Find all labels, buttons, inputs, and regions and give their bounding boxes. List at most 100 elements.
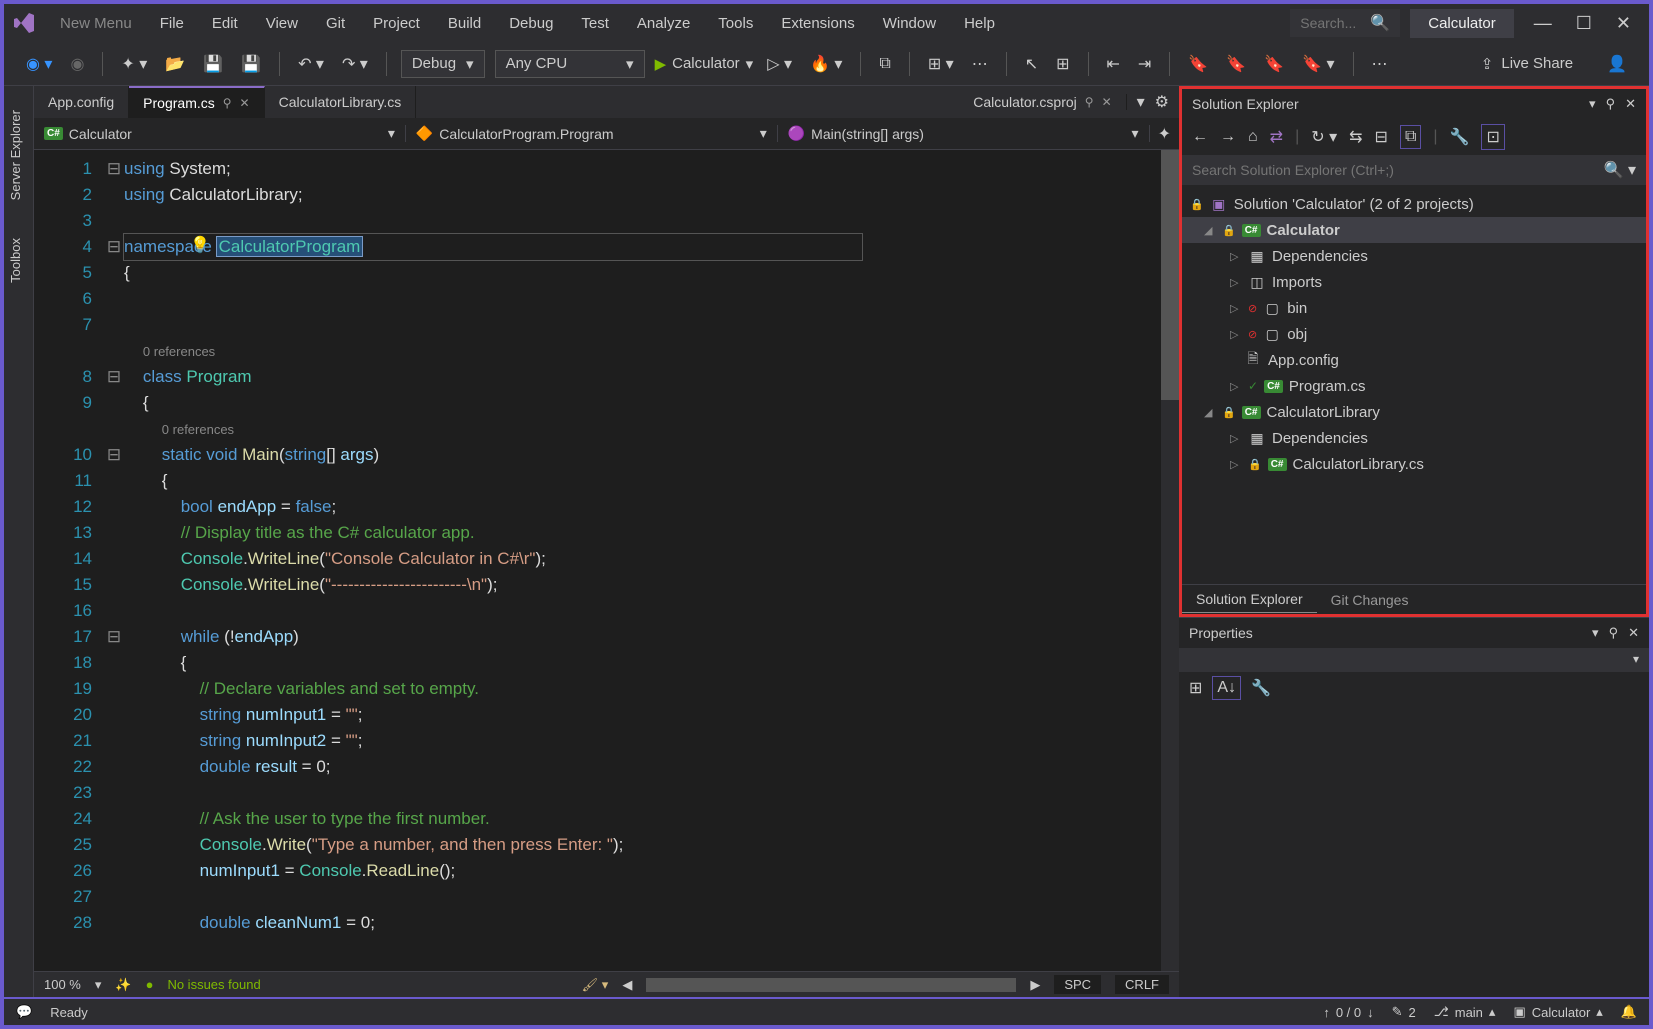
tb-overflow-icon[interactable]: ⋯ xyxy=(1368,50,1392,78)
se-fwd-icon[interactable]: → xyxy=(1220,128,1236,146)
se-switch-icon[interactable]: ⇄ xyxy=(1270,127,1283,147)
prop-wrench-icon[interactable]: 🔧 xyxy=(1251,678,1271,698)
search-input[interactable] xyxy=(1300,15,1370,31)
se-collapse-icon[interactable]: ⊟ xyxy=(1375,127,1388,147)
prop-subheader[interactable]: ▾ xyxy=(1179,648,1649,672)
menu-view[interactable]: View xyxy=(254,9,310,38)
se-home-icon[interactable]: ⌂ xyxy=(1248,128,1258,146)
fold-gutter[interactable]: ⊟ ⊟ ⊟ ⊟ ⊟ xyxy=(104,150,124,971)
undo-button[interactable]: ↶ ▾ xyxy=(294,50,328,78)
menu-edit[interactable]: Edit xyxy=(200,9,250,38)
nav-project[interactable]: C#Calculator▾ xyxy=(34,125,406,142)
se-refresh-icon[interactable]: ↻ ▾ xyxy=(1311,127,1337,147)
tb-indent-left-icon[interactable]: ⇤ xyxy=(1103,50,1124,78)
status-updown[interactable]: ↑ 0 / 0 ↓ xyxy=(1323,1005,1373,1020)
enc-crlf[interactable]: CRLF xyxy=(1115,975,1169,994)
output-icon[interactable]: 💬 xyxy=(16,1004,32,1020)
code-editor[interactable]: 💡 12345678910111213141516171819202122232… xyxy=(34,150,1179,971)
maximize-button[interactable]: ☐ xyxy=(1576,13,1592,34)
tree-obj[interactable]: ▷⊘▢obj xyxy=(1182,321,1646,347)
menu-help[interactable]: Help xyxy=(952,9,1007,38)
prop-cat-icon[interactable]: ⊞ xyxy=(1189,678,1202,698)
pin-icon[interactable]: ⚲ xyxy=(223,96,232,110)
tb-step-icon[interactable]: ⊞ ▾ xyxy=(924,50,958,78)
menu-test[interactable]: Test xyxy=(569,9,621,38)
tb-bookmark2-icon[interactable]: 🔖 xyxy=(1222,50,1250,78)
prop-dropdown-icon[interactable]: ▾ xyxy=(1592,625,1599,641)
se-close-icon[interactable]: ✕ xyxy=(1625,96,1636,112)
status-branch[interactable]: ⎇ main ▴ xyxy=(1434,1004,1496,1020)
config-dropdown[interactable]: Debug▾ xyxy=(401,50,485,78)
hscroll-right[interactable]: ▶ xyxy=(1030,977,1040,993)
menu-file[interactable]: File xyxy=(148,9,196,38)
se-back-icon[interactable]: ← xyxy=(1192,128,1208,146)
status-changes[interactable]: ✎ 2 xyxy=(1392,1004,1416,1020)
tab-solution-explorer[interactable]: Solution Explorer xyxy=(1182,586,1317,613)
menu-new[interactable]: New Menu xyxy=(48,9,144,38)
status-project[interactable]: ▣ Calculator ▴ xyxy=(1513,1004,1602,1020)
menu-git[interactable]: Git xyxy=(314,9,357,38)
se-search[interactable]: 🔍 ▾ xyxy=(1182,155,1646,185)
server-explorer-tab[interactable]: Server Explorer xyxy=(4,106,33,204)
tree-proj-calclib[interactable]: ◢🔒C#CalculatorLibrary xyxy=(1182,399,1646,425)
menu-project[interactable]: Project xyxy=(361,9,432,38)
tb-browser-icon[interactable]: ⧉ xyxy=(875,51,894,77)
tab-git-changes[interactable]: Git Changes xyxy=(1317,587,1423,613)
lightbulb-icon[interactable]: 💡 xyxy=(190,235,210,255)
tb-layout-icon[interactable]: ⊞ xyxy=(1052,50,1073,78)
se-preview-icon[interactable]: ⊡ xyxy=(1481,124,1504,150)
account-icon[interactable]: 👤 xyxy=(1603,50,1631,78)
tree-calclib-cs[interactable]: ▷🔒C#CalculatorLibrary.cs xyxy=(1182,451,1646,477)
nav-class[interactable]: 🔶CalculatorProgram.Program▾ xyxy=(406,125,778,142)
se-dropdown-icon[interactable]: ▾ xyxy=(1589,96,1596,112)
tree-dependencies2[interactable]: ▷▦Dependencies xyxy=(1182,425,1646,451)
tb-bookmark3-icon[interactable]: 🔖 xyxy=(1260,50,1288,78)
open-button[interactable]: 📂 xyxy=(161,50,189,78)
close-icon[interactable]: ✕ xyxy=(240,96,250,110)
tree-imports[interactable]: ▷◫Imports xyxy=(1182,269,1646,295)
run-no-debug-button[interactable]: ▷ ▾ xyxy=(763,50,796,78)
platform-dropdown[interactable]: Any CPU▾ xyxy=(495,50,645,78)
tree-solution[interactable]: 🔒▣Solution 'Calculator' (2 of 2 projects… xyxy=(1182,191,1646,217)
minimize-button[interactable]: — xyxy=(1534,13,1552,34)
close-button[interactable]: ✕ xyxy=(1616,13,1631,34)
tab-dropdown-icon[interactable]: ▾ xyxy=(1137,92,1145,112)
tree-bin[interactable]: ▷⊘▢bin xyxy=(1182,295,1646,321)
tree-dependencies[interactable]: ▷▦Dependencies xyxy=(1182,243,1646,269)
nav-back-button[interactable]: ◉ ▾ xyxy=(22,50,56,78)
notifications-icon[interactable]: 🔔 xyxy=(1621,1004,1637,1020)
tab-appconfig[interactable]: App.config xyxy=(34,86,129,118)
vertical-scrollbar[interactable] xyxy=(1161,150,1179,971)
hot-reload-button[interactable]: 🔥 ▾ xyxy=(806,50,846,78)
nav-method[interactable]: 🟣Main(string[] args)▾ xyxy=(778,125,1150,142)
se-pin-icon[interactable]: ⚲ xyxy=(1606,96,1616,112)
nav-split-icon[interactable]: ✦ xyxy=(1150,124,1179,144)
solution-tree[interactable]: 🔒▣Solution 'Calculator' (2 of 2 projects… xyxy=(1182,185,1646,584)
new-project-button[interactable]: ✦ ▾ xyxy=(117,50,151,78)
nav-fwd-button[interactable]: ◉ xyxy=(66,50,88,78)
se-wrench-icon[interactable]: 🔧 xyxy=(1450,127,1470,147)
toolbox-tab[interactable]: Toolbox xyxy=(4,234,33,287)
tb-indent-right-icon[interactable]: ⇥ xyxy=(1134,50,1155,78)
tab-program[interactable]: Program.cs⚲✕ xyxy=(129,86,264,118)
code-content[interactable]: using System;using CalculatorLibrary;nam… xyxy=(124,150,1161,971)
tb-cursor-icon[interactable]: ↖ xyxy=(1021,50,1042,78)
brush-icon[interactable]: 🖌 ▾ xyxy=(582,977,609,993)
tab-csproj[interactable]: Calculator.csproj⚲✕ xyxy=(959,94,1126,110)
tab-settings-icon[interactable]: ⚙ xyxy=(1155,92,1169,112)
menu-debug[interactable]: Debug xyxy=(497,9,565,38)
intellicode-icon[interactable]: ✨ xyxy=(115,977,131,993)
save-button[interactable]: 💾 xyxy=(199,50,227,78)
enc-spc[interactable]: SPC xyxy=(1054,975,1101,994)
se-sync-icon[interactable]: ⇆ xyxy=(1349,127,1362,147)
hscroll-left[interactable]: ◀ xyxy=(622,977,632,993)
tb-bookmark-icon[interactable]: 🔖 xyxy=(1184,50,1212,78)
horizontal-scrollbar[interactable] xyxy=(646,978,1016,992)
tb-bookmark4-icon[interactable]: 🔖 ▾ xyxy=(1298,50,1338,78)
menu-tools[interactable]: Tools xyxy=(706,9,765,38)
global-search[interactable]: 🔍 xyxy=(1290,9,1400,37)
menu-extensions[interactable]: Extensions xyxy=(769,9,866,38)
zoom-level[interactable]: 100 % xyxy=(44,977,81,992)
menu-window[interactable]: Window xyxy=(871,9,948,38)
start-debug-button[interactable]: ▶Calculator▾ xyxy=(655,55,754,73)
